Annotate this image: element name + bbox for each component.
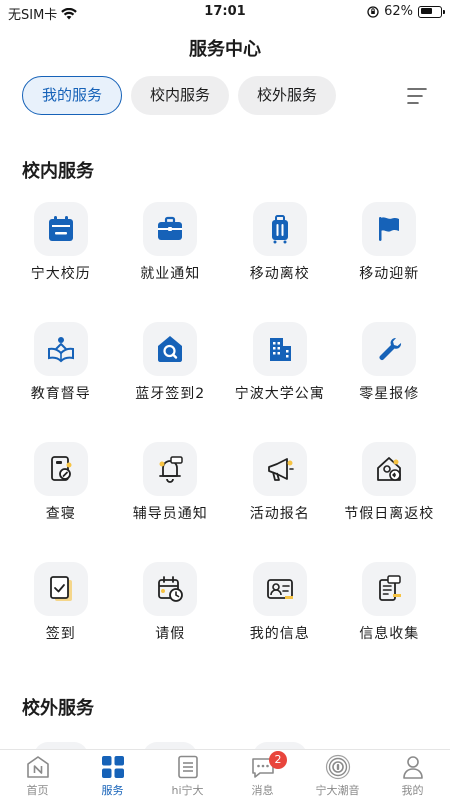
tab-external-services[interactable]: 校外服务 [238,76,337,115]
service-my-info[interactable]: 我的信息 [225,562,335,682]
service-label: 节假日离返校 [344,506,435,522]
service-tabs: 我的服务 校内服务 校外服务 [22,76,337,115]
service-label: 宁波大学公寓 [234,386,325,402]
check-document-icon [33,562,88,616]
user-icon [400,754,426,780]
home-logo-icon [25,754,51,780]
service-label: 请假 [155,626,186,642]
battery-level [420,8,432,14]
page-title: 服务中心 [189,39,261,60]
unread-badge: 2 [269,751,287,769]
service-label: 查寝 [45,506,76,522]
service-label: 零星报修 [359,386,420,402]
nav-label: 宁大潮音 [315,784,360,797]
service-leave-request[interactable]: 请假 [116,562,226,682]
bottom-nav: 首页 服务 hi宁大 2 消息 宁大潮音 我的 [0,749,450,800]
nav-profile[interactable]: 我的 [375,750,450,800]
apartment-icon [252,322,307,376]
service-label: 信息收集 [359,626,420,642]
service-label: 就业通知 [140,266,201,282]
calendar-icon [33,202,88,256]
service-label: 我的信息 [249,626,310,642]
nav-label: 消息 [251,784,274,797]
battery-percent: 62% [384,4,413,19]
service-label: 辅导员通知 [132,506,208,522]
service-dorm-check[interactable]: 查寝 [6,442,116,562]
tab-my-services[interactable]: 我的服务 [22,76,123,115]
service-counselor-notice[interactable]: 辅导员通知 [116,442,226,562]
house-return-icon [362,442,417,496]
luggage-icon [252,202,307,256]
nav-messages[interactable]: 2 消息 [225,750,300,800]
service-mobile-departure[interactable]: 移动离校 [225,202,335,322]
home-search-icon [143,322,198,376]
service-label: 活动报名 [249,506,310,522]
nav-services[interactable]: 服务 [75,750,150,800]
radio-icon [325,754,351,780]
section-title-campus: 校内服务 [22,161,94,182]
service-label: 移动迎新 [359,266,420,282]
service-label: 教育督导 [30,386,91,402]
service-label: 蓝牙签到2 [135,386,206,402]
service-job-notice[interactable]: 就业通知 [116,202,226,322]
flag-icon [362,202,417,256]
service-event-signup[interactable]: 活动报名 [225,442,335,562]
service-nbu-apartment[interactable]: 宁波大学公寓 [225,322,335,442]
service-bluetooth-checkin[interactable]: 蓝牙签到2 [116,322,226,442]
service-label: 移动离校 [249,266,310,282]
service-label: 宁大校历 [30,266,91,282]
leave-calendar-icon [143,562,198,616]
nav-home[interactable]: 首页 [0,750,75,800]
status-right: 62% [367,4,445,19]
tab-campus-services[interactable]: 校内服务 [131,76,230,115]
notice-bell-icon [143,442,198,496]
service-holiday-return[interactable]: 节假日离返校 [335,442,445,562]
briefcase-icon [143,202,198,256]
nav-label: hi宁大 [171,784,204,797]
service-info-collection[interactable]: 信息收集 [335,562,445,682]
open-book-icon [33,322,88,376]
news-icon [175,754,201,780]
campus-service-grid: 宁大校历 就业通知 移动离校 移动迎新 教育督导 蓝牙签到2 宁波大学公寓 零星… [6,202,444,682]
form-collect-icon [362,562,417,616]
nav-label: 服务 [101,784,124,797]
megaphone-icon [252,442,307,496]
id-card-icon [252,562,307,616]
grid-icon [100,754,126,780]
nav-nbu-radio[interactable]: 宁大潮音 [300,750,375,800]
service-repair[interactable]: 零星报修 [335,322,445,442]
dorm-check-icon [33,442,88,496]
orientation-lock-icon [367,5,379,18]
service-mobile-welcome[interactable]: 移动迎新 [335,202,445,322]
repair-tool-icon [362,322,417,376]
nav-label: 首页 [26,784,49,797]
nav-label: 我的 [401,784,424,797]
battery-icon [418,5,445,18]
service-label: 签到 [45,626,76,642]
service-ningda-calendar[interactable]: 宁大校历 [6,202,116,322]
filter-menu-icon[interactable] [406,87,428,105]
status-bar: 无SIM卡 17:01 62% [0,0,450,26]
service-education-supervision[interactable]: 教育督导 [6,322,116,442]
section-title-external: 校外服务 [22,698,94,719]
service-sign-in[interactable]: 签到 [6,562,116,682]
nav-hi-nbu[interactable]: hi宁大 [150,750,225,800]
